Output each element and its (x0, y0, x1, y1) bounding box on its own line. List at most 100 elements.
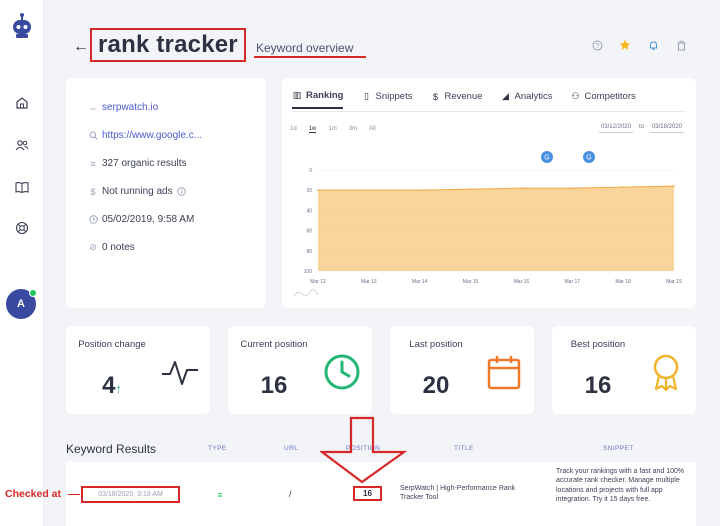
organic-type-icon: ≡ (217, 490, 223, 500)
ranking-point[interactable] (367, 189, 370, 192)
stat-value: 16 (584, 372, 612, 399)
link-icon: ⇔ (88, 102, 98, 113)
tab-label: Ranking (306, 90, 344, 101)
back-arrow-icon[interactable]: ← (73, 38, 89, 56)
page-subtitle[interactable]: Keyword overview (256, 41, 353, 55)
y-tick-label: 100 (304, 269, 313, 275)
stat-value: 20 (422, 372, 450, 399)
ranking-point[interactable] (571, 187, 574, 190)
list-icon: ≡ (90, 158, 96, 169)
tab-revenue[interactable]: $ Revenue (430, 90, 483, 109)
date-from-field[interactable]: 03/12/2020 (598, 124, 633, 133)
checked-at-date: 03/18/2020, 3:18 AM (81, 486, 180, 503)
clock-icon (324, 354, 360, 390)
ranking-area-chart: G G 0 20 40 60 80 100 Mar 12 Mar 13 Mar 14 Mar 15… (293, 151, 682, 297)
star-icon[interactable] (618, 38, 632, 52)
svg-text:?: ? (595, 43, 599, 50)
search-icon (88, 131, 98, 141)
subtitle-underline-annotation (254, 56, 366, 58)
stat-label: Last position (409, 339, 463, 350)
tab-label: Snippets (375, 91, 413, 102)
position-arrow-annotation (320, 416, 408, 484)
tab-analytics[interactable]: ◢ Analytics (501, 90, 553, 109)
svg-text:G: G (544, 155, 549, 162)
bell-icon[interactable] (646, 38, 660, 52)
tab-ranking[interactable]: ▥ Ranking (292, 90, 344, 109)
ads-row: $ Not running ads (88, 186, 187, 197)
ads-text: Not running ads (102, 186, 173, 197)
bookmark-icon: ▯ (364, 91, 369, 101)
column-header-url[interactable]: URL (284, 445, 298, 452)
x-tick-label: Mar 14 (412, 279, 428, 285)
book-icon[interactable] (12, 177, 32, 197)
ranking-point[interactable] (469, 188, 472, 191)
date-end-field[interactable]: 03/18/2020 (649, 124, 684, 133)
organic-results-row: ≡ 327 organic results (88, 158, 187, 169)
tab-label: Analytics (514, 91, 553, 102)
page-title-highlight: rank tracker (90, 28, 246, 62)
ranking-area (318, 186, 674, 271)
tab-competitors[interactable]: ⚇ Competitors (571, 90, 636, 109)
x-tick-label: Mar 13 (361, 279, 377, 285)
organic-results-text: 327 organic results (102, 158, 187, 169)
date-text: 05/02/2019, 9:58 AM (102, 214, 195, 225)
stat-number: 4 (102, 372, 116, 399)
search-engine-link[interactable]: https://www.google.c... (102, 130, 202, 141)
chart-tabs: ▥ Ranking ▯ Snippets $ Revenue ◢ Analytics ⚇… (292, 90, 636, 109)
paperclip-icon: ⊘ (89, 242, 97, 252)
range-1m[interactable]: 1m (328, 126, 336, 133)
arrow-up-icon: ↑ (115, 381, 122, 396)
title-cell: SerpWatch | High-Performance Rank Tracke… (400, 485, 516, 502)
page-title: rank tracker (98, 31, 238, 58)
range-selector: 1d 1w 1m 3m All (290, 126, 376, 133)
calendar-icon (487, 356, 521, 390)
y-tick-label: 20 (306, 188, 312, 194)
domain-link[interactable]: serpwatch.io (102, 102, 158, 113)
stat-label: Current position (240, 339, 308, 350)
support-icon[interactable] (12, 218, 32, 238)
url-cell[interactable]: / (289, 489, 292, 499)
range-all[interactable]: All (369, 126, 376, 133)
avatar[interactable]: A (6, 289, 37, 319)
help-icon[interactable]: ? (590, 38, 604, 52)
y-tick-label: 80 (306, 249, 312, 255)
info-icon[interactable] (177, 187, 187, 197)
notes-text[interactable]: 0 notes (102, 242, 135, 253)
trash-icon[interactable] (674, 38, 688, 52)
range-1w[interactable]: 1w (308, 126, 317, 133)
snippet-cell: Track your rankings with a fast and 100%… (556, 468, 685, 504)
ranking-chart-card: ▥ Ranking ▯ Snippets $ Revenue ◢ Analytics ⚇… (282, 78, 696, 308)
search-engine-row[interactable]: https://www.google.c... (88, 130, 202, 141)
home-icon[interactable] (12, 93, 32, 113)
ranking-point[interactable] (520, 187, 523, 190)
ranking-point[interactable] (673, 185, 675, 188)
date-range-picker: 03/12/2020 to 03/18/2020 (598, 124, 684, 133)
ranking-point[interactable] (622, 186, 625, 189)
stat-label: Best position (570, 339, 626, 350)
notes-row[interactable]: ⊘ 0 notes (88, 242, 135, 253)
domain-row[interactable]: ⇔ serpwatch.io (88, 102, 159, 113)
robot-logo-icon[interactable] (8, 12, 36, 40)
tab-label: Competitors (584, 91, 636, 102)
bar-chart-icon: ▥ (292, 90, 302, 100)
x-tick-label: Mar 16 (514, 279, 530, 285)
stat-card-current-position: Current position 16 (228, 326, 372, 414)
users-icon[interactable] (12, 135, 32, 155)
column-header-type[interactable]: TYPE (208, 445, 227, 452)
column-header-title[interactable]: TITLE (454, 445, 474, 452)
award-icon (653, 354, 679, 392)
date-to-label: to (638, 124, 644, 130)
ranking-point[interactable] (418, 189, 421, 192)
column-header-snippet[interactable]: SNIPPET (603, 445, 634, 452)
stat-value: 16 (260, 372, 288, 399)
page-header: ← rank tracker Keyword overview ? (70, 28, 700, 68)
range-1d[interactable]: 1d (290, 126, 297, 133)
ranking-point[interactable] (317, 189, 319, 192)
range-3m[interactable]: 3m (349, 126, 357, 133)
tab-snippets[interactable]: ▯ Snippets (361, 90, 412, 109)
app-window: A ← rank tracker Keyword overview ? ⇔ se… (0, 0, 720, 526)
analytics-icon: ◢ (502, 91, 509, 101)
stat-card-best-position: Best position 16 (552, 326, 696, 414)
stat-card-last-position: Last position 20 (390, 326, 534, 414)
online-status-dot (29, 289, 37, 297)
